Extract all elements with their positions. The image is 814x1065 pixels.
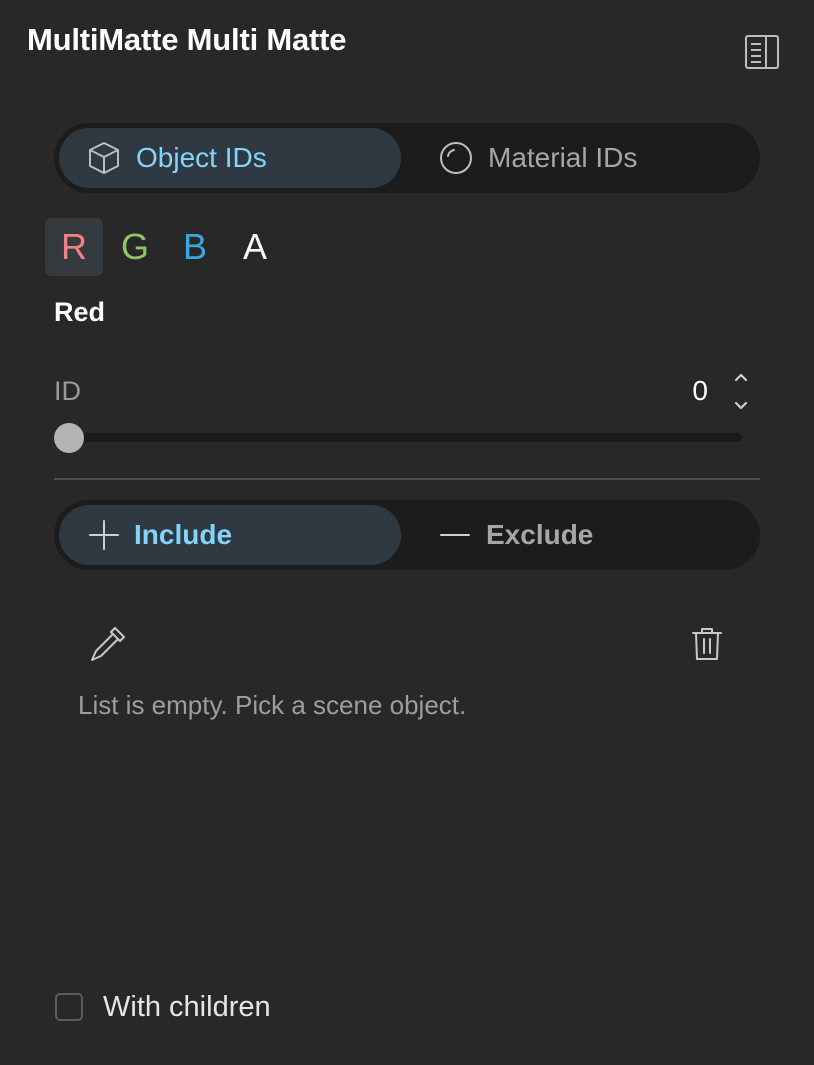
channel-b-label: B	[182, 226, 207, 267]
id-type-selector: Object IDs Material IDs	[54, 123, 760, 193]
cube-icon	[87, 141, 121, 175]
channel-a-button[interactable]: A	[226, 218, 284, 276]
decrement-icon[interactable]	[730, 396, 752, 416]
plus-icon	[87, 518, 121, 552]
id-label: ID	[54, 376, 81, 406]
include-exclude-selector: Include Exclude	[54, 500, 760, 570]
include-tab[interactable]: Include	[59, 505, 401, 565]
increment-icon[interactable]	[730, 368, 752, 388]
material-ids-tab[interactable]: Material IDs	[406, 128, 748, 188]
eyedropper-icon[interactable]	[88, 624, 128, 664]
minus-icon	[438, 518, 472, 552]
channel-b-button[interactable]: B	[166, 218, 224, 276]
channel-r-label: R	[61, 226, 87, 267]
channel-r-button[interactable]: R	[45, 218, 103, 276]
with-children-checkbox[interactable]	[55, 993, 83, 1021]
id-slider-thumb[interactable]	[54, 423, 84, 453]
sphere-icon	[439, 141, 473, 175]
empty-list-message: List is empty. Pick a scene object.	[78, 690, 467, 720]
exclude-label: Exclude	[486, 519, 594, 550]
channel-a-label: A	[242, 226, 267, 267]
section-divider	[54, 478, 760, 480]
material-ids-label: Material IDs	[488, 142, 638, 173]
object-ids-label: Object IDs	[136, 142, 267, 173]
trash-icon[interactable]	[687, 624, 727, 664]
object-ids-tab[interactable]: Object IDs	[59, 128, 401, 188]
panel-layout-icon[interactable]	[744, 34, 780, 70]
with-children-label[interactable]: With children	[103, 991, 271, 1024]
id-slider-track[interactable]	[56, 433, 742, 442]
channel-g-label: G	[120, 226, 149, 267]
exclude-tab[interactable]: Exclude	[406, 505, 748, 565]
channel-section-title: Red	[54, 297, 106, 327]
panel-title: MultiMatte Multi Matte	[27, 22, 347, 57]
include-label: Include	[134, 519, 233, 550]
id-value-input[interactable]: 0	[640, 375, 708, 407]
channel-g-button[interactable]: G	[106, 218, 164, 276]
